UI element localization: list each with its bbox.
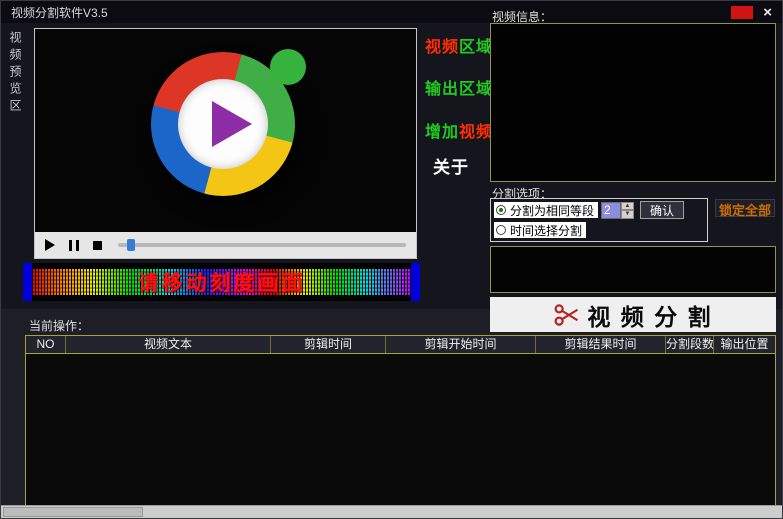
menu-add-video-part1: 增加 [425, 124, 459, 141]
minimize-button[interactable] [731, 6, 753, 19]
table-header-row: NO 视频文本 剪辑时间 剪辑开始时间 剪辑结果时间 分割段数 输出位置 [26, 336, 775, 354]
waveform-overlay-text: 请移动刻度画面 [23, 263, 420, 301]
menu-about-label: 关于 [433, 158, 469, 177]
seek-thumb[interactable] [127, 239, 135, 251]
segment-count-value[interactable]: 2 [601, 202, 621, 219]
stop-button[interactable] [93, 241, 102, 250]
split-result-box [490, 246, 776, 293]
split-options-box: 分割为相同等段 2 ▲ ▼ 确认 时间选择分割 [490, 198, 708, 242]
video-info-box [490, 23, 776, 182]
player-controls [35, 232, 416, 258]
window-title: 视频分割软件V3.5 [11, 4, 108, 21]
menu-add-video-part2: 视频 [459, 124, 493, 141]
time-select-option[interactable]: 时间选择分割 [494, 222, 586, 238]
column-header-clip-time[interactable]: 剪辑时间 [271, 336, 386, 353]
play-logo-icon [212, 101, 252, 147]
current-operation-label: 当前操作： [29, 317, 89, 334]
video-preview-area [34, 28, 417, 259]
banner-title: 视 频 分 割 [587, 298, 712, 332]
app-window: 视频分割软件V3.5 × 视频预览区 请移动刻 [0, 0, 783, 519]
confirm-button[interactable]: 确认 [640, 201, 684, 219]
menu-add-video[interactable]: 增加视频 [425, 118, 493, 142]
titlebar: 视频分割软件V3.5 × [1, 1, 782, 23]
menu-video-area[interactable]: 视频区域 [425, 33, 493, 57]
spinner-up-icon[interactable]: ▲ [621, 202, 634, 211]
time-select-label: 时间选择分割 [510, 222, 582, 239]
waveform-strip[interactable]: 请移动刻度画面 [23, 263, 420, 301]
horizontal-scrollbar[interactable] [1, 505, 782, 518]
segment-count-spinner: ▲ ▼ [621, 202, 634, 219]
column-header-clip-start-time[interactable]: 剪辑开始时间 [386, 336, 536, 353]
table-body [26, 353, 775, 505]
menu-video-area-part2: 区域 [459, 39, 493, 56]
column-header-video-text[interactable]: 视频文本 [66, 336, 271, 353]
seek-bar[interactable] [118, 243, 406, 247]
menu-video-area-part1: 视频 [425, 39, 459, 56]
menu-output-area-part2: 区域 [459, 81, 493, 98]
app-banner: 视 频 分 割 [490, 297, 776, 332]
video-screen[interactable] [35, 29, 416, 232]
operations-table: NO 视频文本 剪辑时间 剪辑开始时间 剪辑结果时间 分割段数 输出位置 [25, 335, 776, 506]
media-player-logo [151, 52, 301, 202]
scrollbar-thumb[interactable] [3, 507, 143, 517]
media-player-green-dot [270, 49, 306, 85]
stop-icon [93, 241, 102, 250]
menu-output-area[interactable]: 输出区域 [425, 75, 493, 99]
menu-output-area-part1: 输出 [425, 81, 459, 98]
column-header-no[interactable]: NO [26, 336, 66, 353]
time-select-row: 时间选择分割 [494, 221, 704, 239]
scissors-icon [553, 301, 581, 329]
equal-segments-radio[interactable] [496, 205, 506, 215]
column-header-clip-result-time[interactable]: 剪辑结果时间 [536, 336, 666, 353]
pause-icon [69, 240, 72, 251]
lock-all-button[interactable]: 锁定全部 [715, 199, 775, 217]
window-controls: × [731, 5, 772, 20]
play-icon [45, 239, 55, 251]
preview-side-label: 视频预览区 [7, 31, 24, 116]
column-header-segment-count[interactable]: 分割段数 [666, 336, 714, 353]
column-header-output-location[interactable]: 输出位置 [714, 336, 775, 353]
spinner-down-icon[interactable]: ▼ [621, 210, 634, 219]
equal-segments-label: 分割为相同等段 [510, 202, 594, 219]
segment-count-input[interactable]: 2 ▲ ▼ [601, 202, 634, 219]
play-button[interactable] [45, 239, 55, 251]
equal-segments-option[interactable]: 分割为相同等段 [494, 202, 598, 218]
pause-button[interactable] [67, 240, 81, 251]
menu-about[interactable]: 关于 [433, 153, 469, 178]
time-select-radio[interactable] [496, 225, 506, 235]
equal-segments-row: 分割为相同等段 2 ▲ ▼ 确认 [494, 201, 704, 219]
close-button[interactable]: × [763, 5, 772, 20]
